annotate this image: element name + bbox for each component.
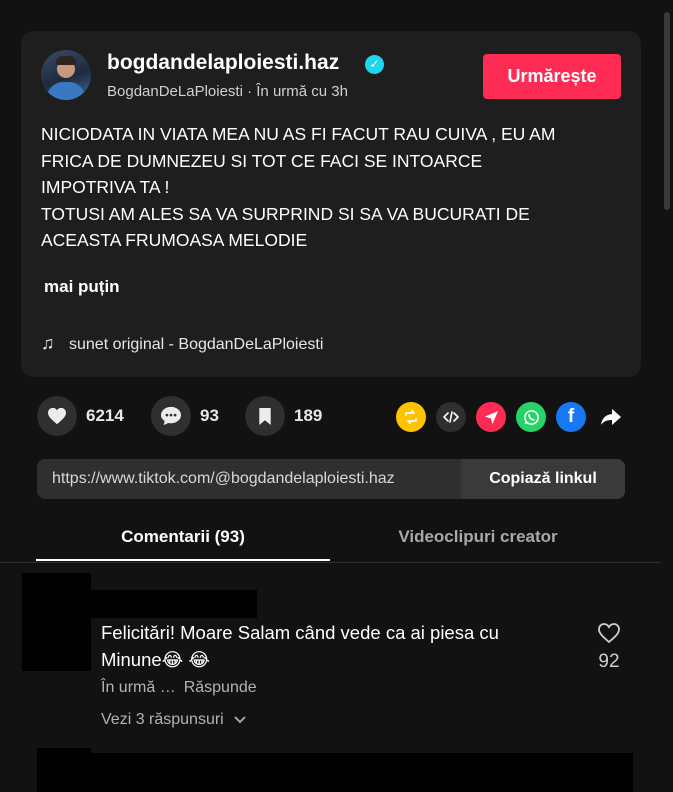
comment-like-count: 92 [598,651,620,672]
tab-comments[interactable]: Comentarii (93) [36,515,330,561]
save-count: 189 [294,406,323,425]
view-replies-button[interactable]: Vezi 3 răspunsuri [101,711,246,729]
author-avatar[interactable] [41,50,91,100]
comment-meta: În urmă … Răspunde [101,679,257,697]
like-count: 6214 [86,406,124,425]
show-less-button[interactable]: mai puțin [44,277,120,297]
scrollbar-thumb[interactable] [664,12,670,210]
like-stat[interactable]: 6214 [37,396,124,436]
comment-icon[interactable] [151,396,191,436]
facebook-icon[interactable]: f [556,402,586,432]
chevron-down-icon [234,711,246,729]
comment-text: Felicitări! Moare Salam când vede ca ai … [101,622,499,670]
whatsapp-icon[interactable] [516,402,546,432]
post-info-card: bogdandelaploiesti.haz ✓ BogdanDeLaPloie… [21,31,641,377]
tabs-divider [0,562,661,563]
page-scrollbar[interactable] [661,0,673,792]
heart-outline-icon[interactable] [594,622,624,649]
comment-like[interactable]: 92 [594,622,624,673]
heart-icon[interactable] [37,396,77,436]
send-icon[interactable] [476,402,506,432]
bookmark-icon[interactable] [245,396,285,436]
redacted-commenter-avatar [22,573,91,671]
follow-button[interactable]: Urmărește [483,54,621,99]
comment-stat[interactable]: 93 [151,396,219,436]
caption-line: ACEASTA FRUMOASA MELODIE [41,230,308,250]
comment-count: 93 [200,406,219,425]
redacted-next-comment [37,753,633,792]
sound-link[interactable]: ♫ sunet original - BogdanDeLaPloiesti [41,333,323,354]
post-caption: NICIODATA IN VIATA MEA NU AS FI FACUT RA… [41,121,631,254]
repost-icon[interactable] [396,402,426,432]
caption-line: NICIODATA IN VIATA MEA NU AS FI FACUT RA… [41,124,556,144]
caption-line: IMPOTRIVA TA ! [41,177,170,197]
author-username[interactable]: bogdandelaploiesti.haz [107,51,339,75]
caption-line: FRICA DE DUMNEZEU SI TOT CE FACI SE INTO… [41,150,483,171]
view-replies-label: Vezi 3 răspunsuri [101,711,224,728]
verified-badge-icon: ✓ [365,55,384,74]
tab-creator-videos[interactable]: Videoclipuri creator [330,515,626,561]
copy-link-bar: https://www.tiktok.com/@bogdandelaploies… [37,459,625,499]
author-subline: BogdanDeLaPloiesti · În urmă cu 3h [107,83,348,100]
redacted-commenter-name [91,590,257,618]
sound-label: sunet original - BogdanDeLaPloiesti [69,336,324,353]
caption-line: TOTUSI AM ALES SA VA SURPRIND SI SA VA B… [41,203,530,224]
embed-icon[interactable] [436,402,466,432]
comment-time: În urmă … [101,679,176,696]
copy-link-button[interactable]: Copiază linkul [461,459,625,499]
reply-button[interactable]: Răspunde [184,679,257,696]
share-arrow-icon[interactable] [596,402,626,432]
save-stat[interactable]: 189 [245,396,322,436]
music-note-icon: ♫ [41,333,55,353]
video-link-text[interactable]: https://www.tiktok.com/@bogdandelaploies… [52,459,462,499]
